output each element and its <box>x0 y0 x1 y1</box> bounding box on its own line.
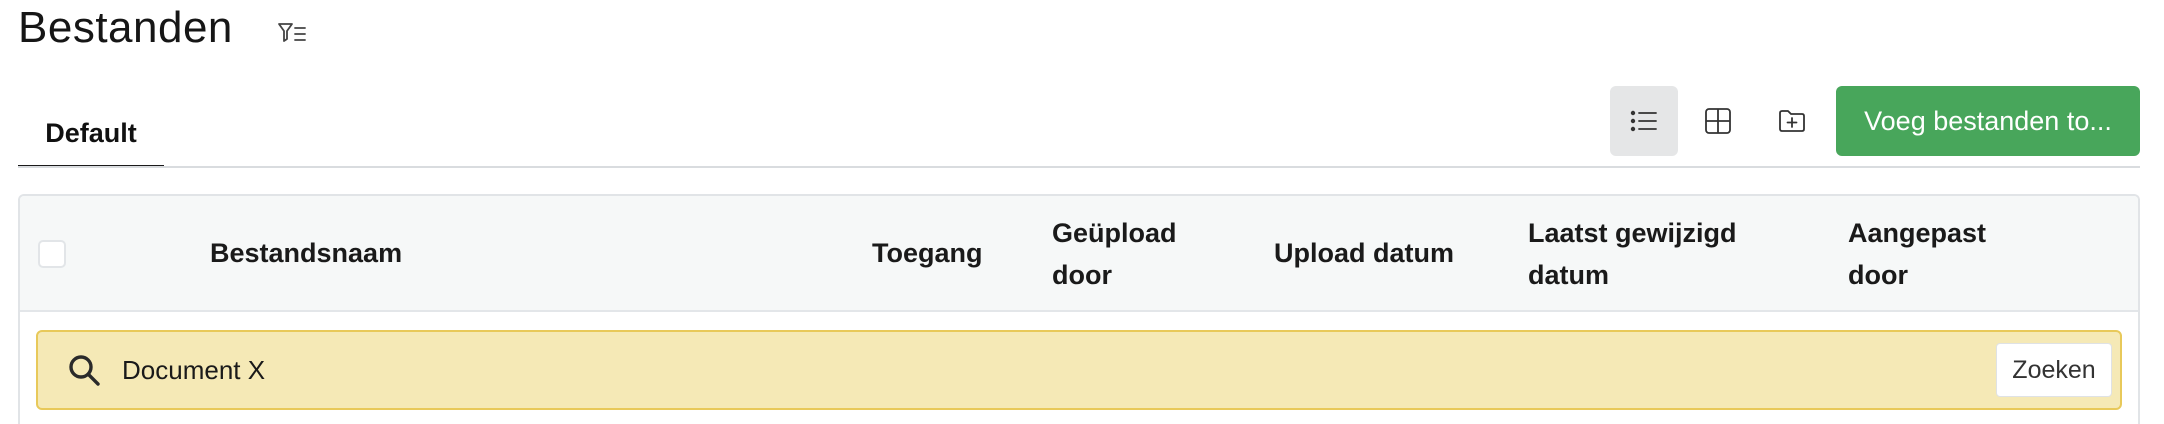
list-view-icon <box>1630 110 1657 132</box>
tab-default[interactable]: Default <box>18 98 164 168</box>
select-all-checkbox[interactable] <box>38 240 66 268</box>
page-title: Bestanden <box>18 3 233 52</box>
tab-bar-divider <box>18 166 2140 168</box>
list-view-button[interactable] <box>1610 86 1678 156</box>
search-icon <box>62 348 106 392</box>
column-header-geupload-door[interactable]: Geüpload door <box>1052 212 1202 296</box>
folder-plus-icon <box>1779 110 1805 132</box>
add-files-button[interactable]: Voeg bestanden to... <box>1836 86 2140 156</box>
filter-list-icon <box>278 23 306 42</box>
view-toolbar: Voeg bestanden to... <box>1610 86 2140 156</box>
column-header-aangepast-door[interactable]: Aangepast door <box>1848 212 2018 296</box>
table-header: Bestandsnaam Toegang Geüpload door Uploa… <box>20 196 2138 312</box>
search-bar: Zoeken <box>36 330 2122 410</box>
search-input[interactable] <box>122 344 1622 396</box>
new-folder-button[interactable] <box>1758 86 1826 156</box>
column-header-laatst-gewijzigd[interactable]: Laatst gewijzigd datum <box>1528 212 1788 296</box>
grid-view-icon <box>1705 108 1731 134</box>
search-button[interactable]: Zoeken <box>1996 343 2112 397</box>
column-header-toegang[interactable]: Toegang <box>872 232 983 274</box>
page-header: Bestanden <box>18 0 233 56</box>
files-table: Bestandsnaam Toegang Geüpload door Uploa… <box>18 194 2140 424</box>
column-header-bestandsnaam[interactable]: Bestandsnaam <box>210 232 402 274</box>
filter-button[interactable] <box>272 16 312 50</box>
column-header-upload-datum[interactable]: Upload datum <box>1274 232 1454 274</box>
grid-view-button[interactable] <box>1684 86 1752 156</box>
